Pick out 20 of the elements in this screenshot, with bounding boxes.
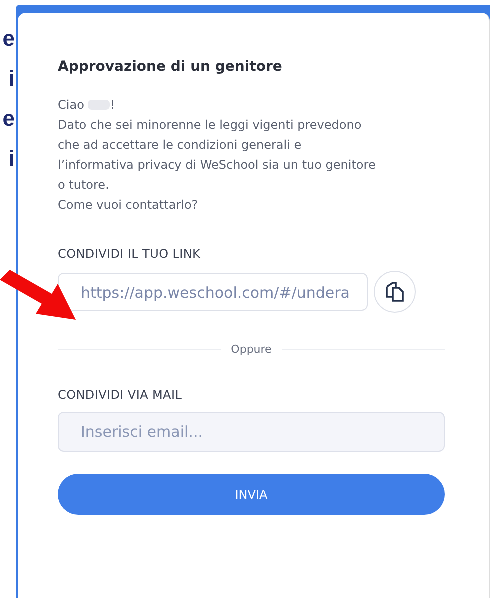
message-line: o tutore. bbox=[58, 177, 110, 194]
section-label: CONDIVIDI IL TUO LINK bbox=[58, 247, 202, 261]
cut-off-letter: e bbox=[2, 105, 15, 133]
copy-icon bbox=[384, 281, 406, 303]
cut-off-letter: i bbox=[8, 65, 15, 93]
message-line: che ad accettare le condizioni generali e bbox=[58, 137, 303, 154]
send-button[interactable]: INVIA bbox=[58, 474, 445, 515]
cut-off-letter: e bbox=[2, 25, 15, 53]
message-line: l’informativa privacy di WeSchool sia un tuo genitore bbox=[58, 157, 377, 174]
greeting-end: ! bbox=[110, 97, 116, 114]
divider-text: Oppure bbox=[231, 343, 272, 356]
email-field[interactable]: Inserisci email... bbox=[58, 412, 445, 452]
section-label: CONDIVIDI VIA MAIL bbox=[58, 388, 184, 402]
cut-off-letter: i bbox=[8, 145, 15, 173]
greeting-text: Ciao bbox=[58, 97, 84, 114]
link-field[interactable]: https://app.weschool.com/#/undera bbox=[58, 273, 368, 311]
message-line: Come vuoi contattarlo? bbox=[58, 197, 200, 214]
copy-button[interactable] bbox=[374, 271, 416, 313]
message-line: Dato che sei minorenne le leggi vigenti prevedono bbox=[58, 117, 363, 134]
dialog-title: Approvazione di un genitore bbox=[58, 59, 284, 75]
